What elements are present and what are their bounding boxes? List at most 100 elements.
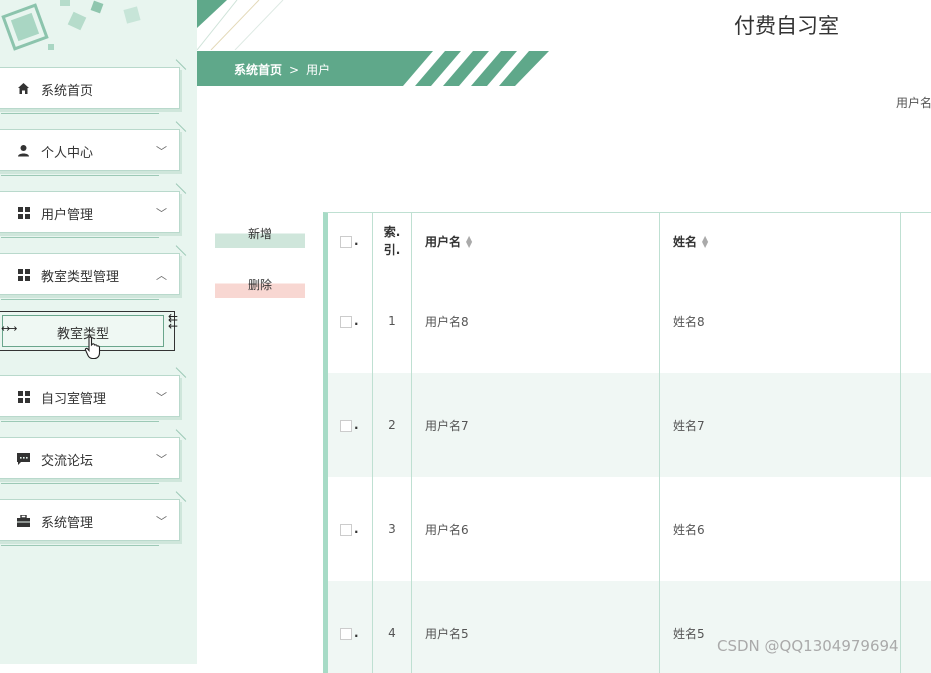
grid-icon xyxy=(17,268,30,281)
row-username: 用户名6 xyxy=(412,477,660,581)
table-header-row: . 索. 引. 用户名 ▲▼ 姓名 ▲▼ xyxy=(328,213,931,269)
header-username[interactable]: 用户名 ▲▼ xyxy=(412,213,660,269)
table-row: . 3 用户名6 姓名6 xyxy=(328,477,931,581)
header-select-all[interactable]: . xyxy=(328,213,373,269)
drag-handle-right-icon: ⇇← xyxy=(168,314,178,330)
sidebar-item-label: 系统管理 xyxy=(41,512,93,531)
home-icon xyxy=(17,82,30,95)
row-check-mark: . xyxy=(354,522,359,536)
menu-underline-decoration xyxy=(1,545,159,546)
table-row: . 2 用户名7 姓名7 xyxy=(328,373,931,477)
sort-icon[interactable]: ▲▼ xyxy=(466,236,472,248)
header-index-line2: 引. xyxy=(383,241,401,259)
delete-button[interactable]: 删除 xyxy=(215,264,305,298)
header-decoration xyxy=(197,0,317,50)
menu-corner-decoration xyxy=(166,183,187,204)
row-select-cell: . xyxy=(328,581,373,673)
row-index: 4 xyxy=(373,581,412,673)
select-all-checkbox[interactable] xyxy=(340,236,352,248)
sidebar-item-classroom-type-management[interactable]: 教室类型管理 ︿ xyxy=(0,253,180,295)
header-check-mark: . xyxy=(354,234,359,248)
chevron-down-icon: ﹀ xyxy=(156,205,167,221)
drag-handle-left-icon: ↔→ xyxy=(1,322,15,335)
sidebar-item-label: 教室类型管理 xyxy=(41,266,119,285)
breadcrumb-home-link[interactable]: 系统首页 xyxy=(234,63,282,77)
watermark: CSDN @QQ1304979694 xyxy=(717,637,899,655)
row-index: 2 xyxy=(373,373,412,477)
header-more-column xyxy=(901,213,931,269)
row-more-cell xyxy=(901,269,931,373)
menu-corner-decoration xyxy=(166,429,187,450)
menu-underline-decoration xyxy=(1,237,159,238)
search-username-label: 用户名 xyxy=(896,94,931,111)
row-username: 用户名5 xyxy=(412,581,660,673)
sidebar-item-personal-center[interactable]: 个人中心 ﹀ xyxy=(0,129,180,171)
sidebar-item-home[interactable]: 系统首页 xyxy=(0,67,180,109)
row-name: 姓名8 xyxy=(660,269,901,373)
row-username: 用户名7 xyxy=(412,373,660,477)
app-title: 付费自习室 xyxy=(734,10,839,40)
chevron-down-icon: ﹀ xyxy=(156,389,167,405)
chevron-down-icon: ﹀ xyxy=(156,143,167,159)
menu-underline-decoration xyxy=(1,421,159,422)
grid-icon xyxy=(17,206,30,219)
grid-icon xyxy=(17,390,30,403)
menu-underline-decoration xyxy=(1,175,159,176)
sidebar-decoration xyxy=(0,0,197,70)
row-checkbox[interactable] xyxy=(340,316,352,328)
row-more-cell xyxy=(901,373,931,477)
chevron-down-icon: ﹀ xyxy=(156,451,167,467)
sidebar-item-system-management[interactable]: 系统管理 ﹀ xyxy=(0,499,180,541)
sidebar-item-label: 用户管理 xyxy=(41,204,93,223)
row-checkbox[interactable] xyxy=(340,524,352,536)
sidebar-item-label: 个人中心 xyxy=(41,142,93,161)
table-row: . 1 用户名8 姓名8 xyxy=(328,269,931,373)
table-row: . 4 用户名5 姓名5 xyxy=(328,581,931,673)
chevron-down-icon: ﹀ xyxy=(156,513,167,529)
row-name: 姓名7 xyxy=(660,373,901,477)
sidebar-item-user-management[interactable]: 用户管理 ﹀ xyxy=(0,191,180,233)
add-button[interactable]: 新增 xyxy=(215,214,305,248)
menu-underline-decoration xyxy=(1,299,159,300)
row-username: 用户名8 xyxy=(412,269,660,373)
row-index: 1 xyxy=(373,269,412,373)
row-index: 3 xyxy=(373,477,412,581)
hand-pointer-cursor-icon xyxy=(84,336,102,360)
row-more-cell xyxy=(901,477,931,581)
row-checkbox[interactable] xyxy=(340,420,352,432)
header-name-label: 姓名 xyxy=(673,235,697,249)
chat-icon xyxy=(17,452,30,465)
row-name: 姓名5 xyxy=(660,581,901,673)
row-name: 姓名6 xyxy=(660,477,901,581)
sidebar-item-label: 交流论坛 xyxy=(41,450,93,469)
menu-corner-decoration xyxy=(166,245,187,266)
row-check-mark: . xyxy=(354,626,359,640)
user-table: . 索. 引. 用户名 ▲▼ 姓名 ▲▼ . 1 用户名8 姓名8 xyxy=(323,212,931,673)
breadcrumb: 系统首页 > 用户 xyxy=(234,61,330,78)
breadcrumb-separator: > xyxy=(289,63,299,77)
user-icon xyxy=(17,144,30,157)
sort-icon[interactable]: ▲▼ xyxy=(702,236,708,248)
header-index: 索. 引. xyxy=(373,213,412,269)
menu-corner-decoration xyxy=(166,491,187,512)
chevron-up-icon: ︿ xyxy=(156,267,167,283)
menu-corner-decoration xyxy=(166,367,187,388)
row-check-mark: . xyxy=(354,314,359,328)
sidebar-item-study-room-management[interactable]: 自习室管理 ﹀ xyxy=(0,375,180,417)
sidebar-item-label: 系统首页 xyxy=(41,80,93,99)
breadcrumb-current: 用户 xyxy=(306,63,330,77)
sidebar-item-label: 自习室管理 xyxy=(41,388,106,407)
sidebar: 系统首页 个人中心 ﹀ 用户管理 ﹀ 教室类型管理 ︿ ↔→ ⇇← 教室类型 xyxy=(0,0,197,664)
briefcase-icon xyxy=(17,514,30,527)
sidebar-item-forum[interactable]: 交流论坛 ﹀ xyxy=(0,437,180,479)
row-checkbox[interactable] xyxy=(340,628,352,640)
menu-corner-decoration xyxy=(166,121,187,142)
menu-underline-decoration xyxy=(1,113,159,114)
header-index-line1: 索. xyxy=(383,223,401,241)
row-check-mark: . xyxy=(354,418,359,432)
row-select-cell: . xyxy=(328,477,373,581)
header-name[interactable]: 姓名 ▲▼ xyxy=(660,213,901,269)
row-select-cell: . xyxy=(328,373,373,477)
header-username-label: 用户名 xyxy=(425,235,461,249)
row-more-cell xyxy=(901,581,931,673)
